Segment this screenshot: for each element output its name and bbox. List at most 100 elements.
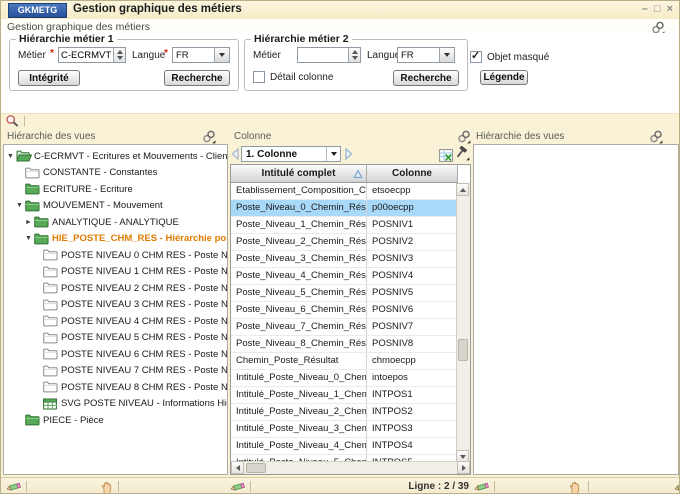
table-row[interactable]: Intitulé_Poste_Niveau_3_Chemin_RésINTPOS… xyxy=(231,421,458,438)
tree-item[interactable]: ▼C-ECRMVT - Ecritures et Mouvements - Cl… xyxy=(4,148,227,165)
detail-colonne-checkbox[interactable] xyxy=(253,71,265,83)
cell-intitule: Poste_Niveau_3_Chemin_Résultat xyxy=(231,251,367,267)
table-row[interactable]: Poste_Niveau_3_Chemin_RésultatPOSNIV3 xyxy=(231,251,458,268)
tree-item[interactable]: PIECE - Pièce xyxy=(4,412,227,429)
collapse-arrow-icon[interactable]: ▼ xyxy=(25,235,34,242)
metier1-input[interactable] xyxy=(59,48,113,62)
cell-intitule: Poste_Niveau_1_Chemin_Résultat xyxy=(231,217,367,233)
chevron-down-icon[interactable] xyxy=(326,147,340,161)
vertical-scrollbar[interactable] xyxy=(456,183,470,463)
tree-item[interactable]: SVG POSTE NIVEAU - Informations Hiérarch… xyxy=(4,396,227,413)
search-icon[interactable] xyxy=(5,114,20,128)
table-row[interactable]: Intitulé_Poste_Niveau_4_Chemin_RésINTPOS… xyxy=(231,438,458,455)
metier1-spinner[interactable] xyxy=(113,48,125,62)
table-row[interactable]: Poste_Niveau_4_Chemin_RésultatPOSNIV4 xyxy=(231,268,458,285)
cell-colonne: POSNIV2 xyxy=(367,234,458,250)
link-icon[interactable] xyxy=(457,130,471,144)
collapse-arrow-icon[interactable]: ▼ xyxy=(16,202,25,209)
folder-green-icon xyxy=(25,183,42,195)
column-selector[interactable]: 1. Colonne xyxy=(241,146,341,162)
folder-white-icon xyxy=(43,348,60,360)
columns-table: Intitulé complet Colonne Etablissement_C… xyxy=(230,164,471,475)
tree-item-label: POSTE NIVEAU 7 CHM RES - Poste Niveau 7 … xyxy=(61,365,227,376)
integrite-button[interactable]: Intégrité xyxy=(18,70,80,86)
table-row[interactable]: Intitulé_Poste_Niveau_2_Chemin_RésINTPOS… xyxy=(231,404,458,421)
table-row[interactable]: Etablissement_Composition_Chemin_Fetsoec… xyxy=(231,183,458,200)
header-intitule-complet[interactable]: Intitulé complet xyxy=(231,165,367,183)
table-row[interactable]: Poste_Niveau_2_Chemin_RésultatPOSNIV2 xyxy=(231,234,458,251)
table-row[interactable]: Intitulé_Poste_Niveau_1_Chemin_RésINTPOS… xyxy=(231,387,458,404)
tree-item[interactable]: ECRITURE - Ecriture xyxy=(4,181,227,198)
langue2-select[interactable]: FR xyxy=(397,47,455,63)
tree-item[interactable]: ▼HIE_POSTE_CHM_RES - Hiérarchie poste ch… xyxy=(4,231,227,248)
table-row[interactable]: Poste_Niveau_7_Chemin_RésultatPOSNIV7 xyxy=(231,319,458,336)
hierarchie-metier-1-group: Hiérarchie métier 1 Métier * Langue * FR… xyxy=(9,39,239,91)
tree-item[interactable]: ►ANALYTIQUE - ANALYTIQUE xyxy=(4,214,227,231)
table-row[interactable]: Intitulé_Poste_Niveau_0_Chemin_Résintoep… xyxy=(231,370,458,387)
tree-item[interactable]: POSTE NIVEAU 8 CHM RES - Poste Niveau 8 … xyxy=(4,379,227,396)
cell-intitule: Intitulé_Poste_Niveau_2_Chemin_Rés xyxy=(231,404,367,420)
minimize-icon[interactable]: – xyxy=(642,2,648,16)
recherche2-button[interactable]: Recherche xyxy=(393,70,459,86)
expand-arrow-icon[interactable]: ► xyxy=(25,219,34,226)
link-icon[interactable] xyxy=(202,130,216,144)
legende-button[interactable]: Légende xyxy=(480,70,528,85)
previous-column-icon[interactable] xyxy=(230,147,240,161)
table-row[interactable]: Poste_Niveau_8_Chemin_RésultatPOSNIV8 xyxy=(231,336,458,353)
window-controls: – □ × xyxy=(642,2,673,16)
tree-item[interactable]: POSTE NIVEAU 6 CHM RES - Poste Niveau 6 … xyxy=(4,346,227,363)
tree-item[interactable]: POSTE NIVEAU 0 CHM RES - Poste Niveau 0 … xyxy=(4,247,227,264)
tree-item[interactable]: POSTE NIVEAU 7 CHM RES - Poste Niveau 7 … xyxy=(4,363,227,380)
close-icon[interactable]: × xyxy=(667,2,673,16)
edit-mode-icon xyxy=(473,480,490,493)
tree-item-label: POSTE NIVEAU 4 CHM RES - Poste Niveau 4 … xyxy=(61,316,227,327)
metier2-field xyxy=(297,47,361,63)
header-colonne[interactable]: Colonne xyxy=(367,165,458,183)
chevron-down-icon[interactable] xyxy=(214,48,229,62)
tree-item[interactable]: POSTE NIVEAU 5 CHM RES - Poste Niveau 5 … xyxy=(4,330,227,347)
horizontal-scrollbar[interactable] xyxy=(231,461,470,474)
horizontal-scroll-thumb[interactable] xyxy=(246,463,266,473)
table-row[interactable]: Poste_Niveau_5_Chemin_RésultatPOSNIV5 xyxy=(231,285,458,302)
metier2-spinner[interactable] xyxy=(348,48,360,62)
columns-panel-title: Colonne xyxy=(234,131,271,142)
cell-colonne: p00oecpp xyxy=(367,200,458,216)
link-icon[interactable] xyxy=(649,130,663,144)
sort-ascending-icon[interactable] xyxy=(353,169,363,179)
table-row[interactable]: Poste_Niveau_1_Chemin_RésultatPOSNIV1 xyxy=(231,217,458,234)
tools-icon[interactable] xyxy=(455,146,470,161)
tree-item[interactable]: POSTE NIVEAU 1 CHM RES - Poste Niveau 1 … xyxy=(4,264,227,281)
collapse-arrow-icon[interactable]: ▼ xyxy=(7,153,16,160)
titlebar: GKMETG Gestion graphique des métiers – □… xyxy=(1,1,679,20)
table-row[interactable]: Poste_Niveau_0_Chemin_Résultatp00oecpp xyxy=(231,200,458,217)
views-tree-panel: ▼C-ECRMVT - Ecritures et Mouvements - Cl… xyxy=(3,144,228,475)
cell-colonne: POSNIV6 xyxy=(367,302,458,318)
cell-intitule: Poste_Niveau_5_Chemin_Résultat xyxy=(231,285,367,301)
cell-colonne: POSNIV3 xyxy=(367,251,458,267)
tree-item[interactable]: CONSTANTE - Constantes xyxy=(4,165,227,182)
tree-item-label: PIECE - Pièce xyxy=(43,415,104,426)
metier2-input[interactable] xyxy=(298,48,348,62)
table-body: Etablissement_Composition_Chemin_Fetsoec… xyxy=(231,183,458,463)
tree-item-label: POSTE NIVEAU 5 CHM RES - Poste Niveau 5 … xyxy=(61,332,227,343)
export-table-icon[interactable] xyxy=(439,149,453,162)
cell-intitule: Poste_Niveau_2_Chemin_Résultat xyxy=(231,234,367,250)
tree-item[interactable]: POSTE NIVEAU 4 CHM RES - Poste Niveau 4 … xyxy=(4,313,227,330)
next-column-icon[interactable] xyxy=(344,147,354,161)
chevron-down-icon[interactable] xyxy=(439,48,454,62)
table-row[interactable]: Chemin_Poste_Résultatchmoecpp xyxy=(231,353,458,370)
objet-masque-checkbox[interactable] xyxy=(470,51,482,63)
vertical-scroll-thumb[interactable] xyxy=(458,339,468,361)
tree-item[interactable]: POSTE NIVEAU 2 CHM RES - Poste Niveau 2 … xyxy=(4,280,227,297)
langue1-select[interactable]: FR xyxy=(172,47,230,63)
tree-item[interactable]: POSTE NIVEAU 3 CHM RES - Poste Niveau 3 … xyxy=(4,297,227,314)
tree-item-label: POSTE NIVEAU 6 CHM RES - Poste Niveau 6 … xyxy=(61,349,227,360)
right-panel-title: Hiérarchie des vues xyxy=(476,131,564,142)
recherche1-button[interactable]: Recherche xyxy=(164,70,230,86)
cell-colonne: INTPOS1 xyxy=(367,387,458,403)
maximize-icon[interactable]: □ xyxy=(654,2,661,16)
tree-item[interactable]: ▼MOUVEMENT - Mouvement xyxy=(4,198,227,215)
header-label: Intitulé complet xyxy=(262,168,336,179)
required-marker: * xyxy=(50,48,54,59)
table-row[interactable]: Poste_Niveau_6_Chemin_RésultatPOSNIV6 xyxy=(231,302,458,319)
